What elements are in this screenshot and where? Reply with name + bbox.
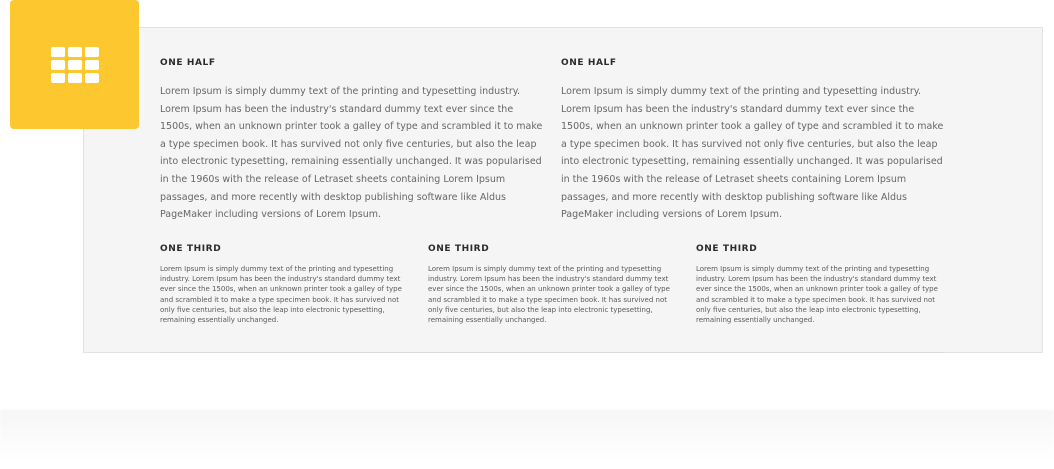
column-title: ONE THIRD <box>160 244 222 254</box>
column-text: Lorem Ipsum is simply dummy text of the … <box>160 265 402 325</box>
grid-icon <box>50 46 99 83</box>
column-title: ONE HALF <box>561 58 617 68</box>
column-text: Lorem Ipsum is simply dummy text of the … <box>561 86 944 221</box>
one-half-column-right: ONE HALF Lorem Ipsum is simply dummy tex… <box>561 57 945 224</box>
one-third-column-2: ONE THIRD Lorem Ipsum is simply dummy te… <box>428 243 680 325</box>
column-title: ONE THIRD <box>428 244 490 254</box>
one-third-column-1: ONE THIRD Lorem Ipsum is simply dummy te… <box>160 243 412 325</box>
one-half-column-left: ONE HALF Lorem Ipsum is simply dummy tex… <box>160 57 544 224</box>
one-third-column-3: ONE THIRD Lorem Ipsum is simply dummy te… <box>696 243 948 325</box>
column-title: ONE THIRD <box>696 244 758 254</box>
bottom-shadow <box>0 410 1054 469</box>
column-title: ONE HALF <box>160 58 216 68</box>
column-text: Lorem Ipsum is simply dummy text of the … <box>428 265 670 325</box>
bottom-divider <box>160 352 943 353</box>
page: ONE HALF Lorem Ipsum is simply dummy tex… <box>0 0 1054 469</box>
layout-badge <box>10 0 139 129</box>
column-text: Lorem Ipsum is simply dummy text of the … <box>160 86 543 221</box>
column-text: Lorem Ipsum is simply dummy text of the … <box>696 265 938 325</box>
